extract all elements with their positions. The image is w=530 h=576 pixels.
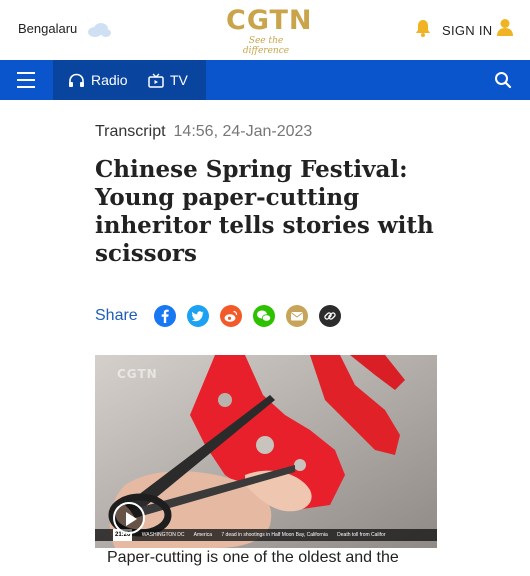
nav-tv[interactable]: TV — [148, 60, 188, 100]
menu-icon[interactable] — [17, 72, 35, 88]
cgtn-logo[interactable]: CGTN See the difference — [226, 5, 313, 57]
headphones-icon — [69, 73, 84, 87]
ticker-item: America — [193, 532, 212, 538]
logo-tagline: See the difference — [242, 36, 290, 56]
share-label: Share — [95, 307, 138, 324]
article-title: Chinese Spring Festival: Young paper-cut… — [95, 156, 434, 267]
link-icon[interactable] — [318, 305, 341, 327]
email-icon[interactable] — [285, 305, 308, 327]
twitter-icon[interactable] — [186, 305, 209, 327]
tv-icon — [148, 73, 164, 88]
nav-radio-label: Radio — [91, 72, 128, 88]
cloud-weather-icon — [88, 23, 111, 37]
ticker-item: 7 dead in shootings in Half Moon Bay, Ca… — [221, 532, 328, 538]
wechat-icon[interactable] — [252, 305, 275, 327]
nav-radio[interactable]: Radio — [68, 60, 128, 100]
share-bar: Share — [95, 304, 352, 328]
article-meta: Transcript 14:56, 24-Jan-2023 — [95, 123, 312, 141]
sign-in-link[interactable]: SIGN IN — [442, 23, 493, 38]
facebook-icon[interactable] — [153, 305, 176, 327]
video-thumbnail — [95, 355, 437, 548]
logo-wordmark: CGTN — [226, 5, 313, 36]
video-player[interactable]: CGTN 21:26 WASHINGTON DC America 7 dead … — [95, 355, 437, 548]
news-ticker: 21:26 WASHINGTON DC America 7 dead in sh… — [95, 529, 437, 541]
main-nav-bar: Radio TV — [0, 60, 530, 100]
play-button[interactable] — [113, 502, 145, 534]
location-city[interactable]: Bengalaru — [18, 21, 77, 36]
user-icon[interactable] — [496, 18, 514, 36]
nav-tv-label: TV — [170, 72, 188, 88]
article-body-first-line: Paper-cutting is one of the oldest and t… — [107, 549, 399, 566]
search-icon[interactable] — [494, 71, 512, 89]
top-bar: Bengalaru CGTN See the difference SIGN I… — [0, 0, 530, 60]
ticker-item: WASHINGTON DC — [141, 532, 185, 538]
section-label[interactable]: Transcript — [95, 123, 166, 140]
weibo-icon[interactable] — [219, 305, 242, 327]
publish-time: 14:56, 24-Jan-2023 — [173, 123, 313, 140]
video-watermark: CGTN — [117, 367, 158, 381]
ticker-item: Death toll from Califor — [337, 532, 386, 538]
bell-icon[interactable] — [415, 19, 431, 37]
